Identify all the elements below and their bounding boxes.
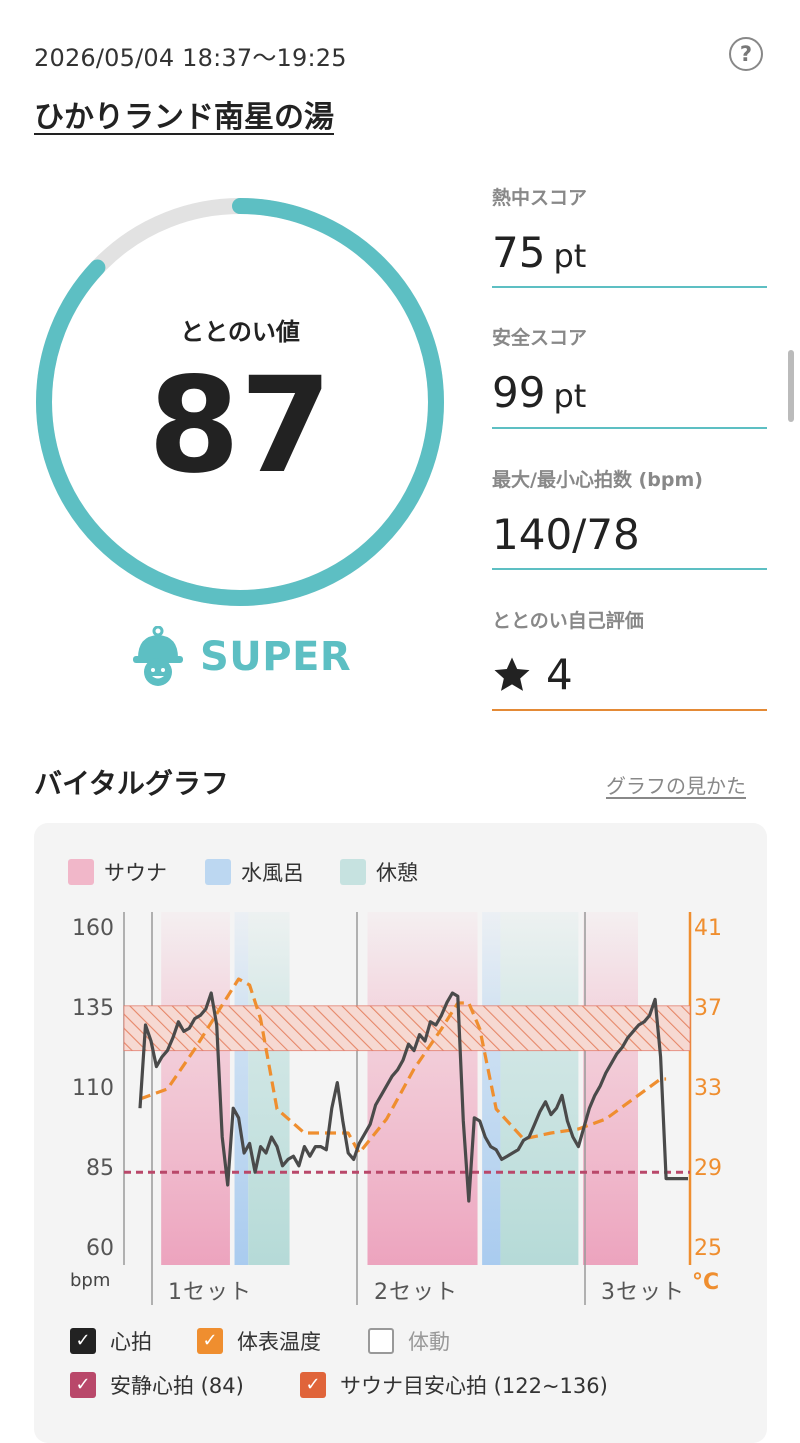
toggle-label: 体表温度: [237, 1330, 321, 1354]
vital-chart: [123, 912, 692, 1305]
toggle-label: 体動: [408, 1330, 450, 1354]
toggle-skin-temp[interactable]: ✓ 体表温度: [197, 1326, 321, 1356]
toggle-resting-hr[interactable]: ✓ 安静心拍 (84): [70, 1370, 244, 1400]
checkbox-checked-icon[interactable]: ✓: [300, 1372, 326, 1398]
phase-band: [248, 912, 290, 1265]
toggle-body-motion[interactable]: 体動: [368, 1326, 450, 1356]
checkbox-unchecked-icon[interactable]: [368, 1328, 394, 1354]
checkbox-checked-icon[interactable]: ✓: [70, 1328, 96, 1354]
toggle-heart-rate[interactable]: ✓ 心拍: [70, 1326, 152, 1356]
phase-band: [234, 912, 249, 1265]
phase-band: [582, 912, 638, 1265]
phase-band: [500, 912, 579, 1265]
toggle-label: サウナ目安心拍 (122~136): [340, 1374, 608, 1398]
toggle-label: 心拍: [110, 1330, 152, 1354]
checkbox-checked-icon[interactable]: ✓: [70, 1372, 96, 1398]
checkbox-checked-icon[interactable]: ✓: [197, 1328, 223, 1354]
toggle-sauna-target-hr[interactable]: ✓ サウナ目安心拍 (122~136): [300, 1370, 608, 1400]
toggle-label: 安静心拍 (84): [110, 1374, 244, 1398]
